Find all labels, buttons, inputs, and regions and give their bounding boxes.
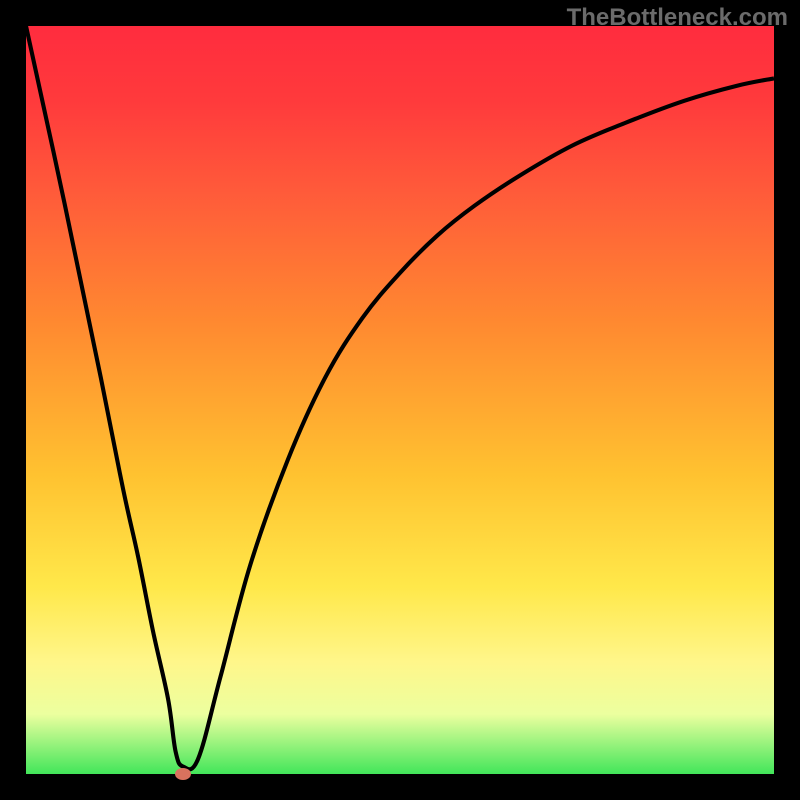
curve-path xyxy=(26,26,774,769)
watermark-text: TheBottleneck.com xyxy=(567,4,788,32)
chart-plot-area xyxy=(26,26,774,774)
bottleneck-curve xyxy=(26,26,774,774)
optimum-marker xyxy=(175,768,191,780)
